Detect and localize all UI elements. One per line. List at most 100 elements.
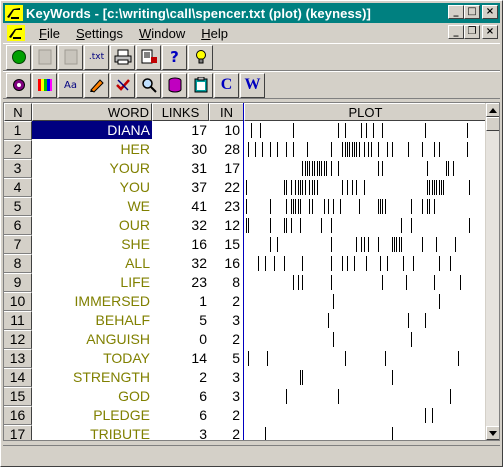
column-header-links[interactable]: LINKS (152, 103, 209, 121)
table-row[interactable]: 12 ANGUISH 0 2 (4, 330, 487, 349)
scroll-up-button[interactable] (486, 103, 499, 117)
blank-button-1[interactable] (32, 44, 57, 70)
word-cell[interactable]: IMMERSED (32, 292, 152, 311)
font-button[interactable]: Aa (58, 72, 83, 98)
row-number[interactable]: 14 (4, 368, 32, 387)
plot-cell[interactable] (244, 387, 487, 406)
row-number[interactable]: 12 (4, 330, 32, 349)
table-row[interactable]: 6 OUR 32 12 (4, 216, 487, 235)
menu-window[interactable]: Window (131, 26, 193, 41)
txt-button[interactable]: .txt (84, 44, 109, 70)
table-row[interactable]: 9 LIFE 23 8 (4, 273, 487, 292)
clipboard-button[interactable] (188, 72, 213, 98)
word-cell[interactable]: HER (32, 140, 152, 159)
help-button[interactable]: ? (162, 44, 187, 70)
table-row[interactable]: 8 ALL 32 16 (4, 254, 487, 273)
child-minimize-button[interactable]: _ (448, 25, 464, 39)
row-number[interactable]: 8 (4, 254, 32, 273)
plot-cell[interactable] (244, 254, 487, 273)
title-bar[interactable]: KeyWords - [c:\writing\call\spencer.txt … (3, 3, 500, 23)
row-number[interactable]: 16 (4, 406, 32, 425)
row-number[interactable]: 17 (4, 425, 32, 440)
table-row[interactable]: 10 IMMERSED 1 2 (4, 292, 487, 311)
word-cell[interactable]: GOD (32, 387, 152, 406)
row-number[interactable]: 11 (4, 311, 32, 330)
plot-cell[interactable] (244, 216, 487, 235)
word-cell[interactable]: YOU (32, 178, 152, 197)
plot-cell[interactable] (244, 178, 487, 197)
table-row[interactable]: 4 YOU 37 22 (4, 178, 487, 197)
table-row[interactable]: 11 BEHALF 5 3 (4, 311, 487, 330)
word-cell[interactable]: YOUR (32, 159, 152, 178)
plot-cell[interactable] (244, 330, 487, 349)
table-row[interactable]: 16 PLEDGE 6 2 (4, 406, 487, 425)
plot-cell[interactable] (244, 159, 487, 178)
table-row[interactable]: 17 TRIBUTE 3 2 (4, 425, 487, 440)
word-cell[interactable]: STRENGTH (32, 368, 152, 387)
delete-button[interactable] (110, 72, 135, 98)
plot-cell[interactable] (244, 197, 487, 216)
word-cell[interactable]: PLEDGE (32, 406, 152, 425)
table-row[interactable]: 14 STRENGTH 2 3 (4, 368, 487, 387)
wordlist-button[interactable]: W (240, 72, 265, 98)
close-button[interactable]: × (482, 5, 498, 19)
table-row[interactable]: 2 HER 30 28 (4, 140, 487, 159)
word-cell[interactable]: DIANA (32, 121, 152, 140)
vertical-scrollbar[interactable] (485, 103, 499, 440)
print-preview-button[interactable] (136, 44, 161, 70)
menu-help[interactable]: Help (193, 26, 236, 41)
row-number[interactable]: 5 (4, 197, 32, 216)
word-cell[interactable]: ANGUISH (32, 330, 152, 349)
menu-settings[interactable]: Settings (68, 26, 131, 41)
concord-button[interactable]: C (214, 72, 239, 98)
row-number[interactable]: 13 (4, 349, 32, 368)
word-cell[interactable]: BEHALF (32, 311, 152, 330)
word-cell[interactable]: SHE (32, 235, 152, 254)
document-icon[interactable] (7, 25, 25, 41)
word-cell[interactable]: WE (32, 197, 152, 216)
plot-cell[interactable] (244, 235, 487, 254)
start-button[interactable] (6, 44, 31, 70)
word-cell[interactable]: ALL (32, 254, 152, 273)
column-header-n[interactable]: N (4, 103, 32, 121)
row-number[interactable]: 6 (4, 216, 32, 235)
row-number[interactable]: 2 (4, 140, 32, 159)
table-row[interactable]: 5 WE 41 23 (4, 197, 487, 216)
table-row[interactable]: 13 TODAY 14 5 (4, 349, 487, 368)
keywords-app-icon[interactable] (5, 5, 23, 21)
table-row[interactable]: 7 SHE 16 15 (4, 235, 487, 254)
plot-cell[interactable] (244, 406, 487, 425)
search-button[interactable] (136, 72, 161, 98)
column-header-in[interactable]: IN (209, 103, 244, 121)
table-row[interactable]: 3 YOUR 31 17 (4, 159, 487, 178)
row-number[interactable]: 7 (4, 235, 32, 254)
column-header-word[interactable]: WORD (32, 103, 152, 121)
row-number[interactable]: 3 (4, 159, 32, 178)
scroll-thumb[interactable] (486, 117, 499, 131)
word-cell[interactable]: TODAY (32, 349, 152, 368)
child-close-button[interactable]: × (482, 25, 498, 39)
table-row[interactable]: 15 GOD 6 3 (4, 387, 487, 406)
row-number[interactable]: 10 (4, 292, 32, 311)
plot-cell[interactable] (244, 292, 487, 311)
minimize-button[interactable]: _ (448, 5, 464, 19)
plot-cell[interactable] (244, 311, 487, 330)
child-restore-button[interactable]: ❐ (464, 25, 480, 39)
plot-cell[interactable] (244, 121, 487, 140)
column-header-plot[interactable]: PLOT (244, 103, 487, 121)
row-number[interactable]: 9 (4, 273, 32, 292)
table-row[interactable]: 1 DIANA 17 10 (4, 121, 487, 140)
word-cell[interactable]: OUR (32, 216, 152, 235)
row-number[interactable]: 15 (4, 387, 32, 406)
database-button[interactable] (162, 72, 187, 98)
row-number[interactable]: 1 (4, 121, 32, 140)
menu-file[interactable]: File (31, 26, 68, 41)
colours-button[interactable] (32, 72, 57, 98)
plot-cell[interactable] (244, 425, 487, 440)
maximize-button[interactable]: □ (464, 5, 480, 19)
plot-cell[interactable] (244, 140, 487, 159)
settings-button[interactable] (6, 72, 31, 98)
scroll-down-button[interactable] (486, 426, 499, 440)
plot-cell[interactable] (244, 349, 487, 368)
plot-cell[interactable] (244, 273, 487, 292)
